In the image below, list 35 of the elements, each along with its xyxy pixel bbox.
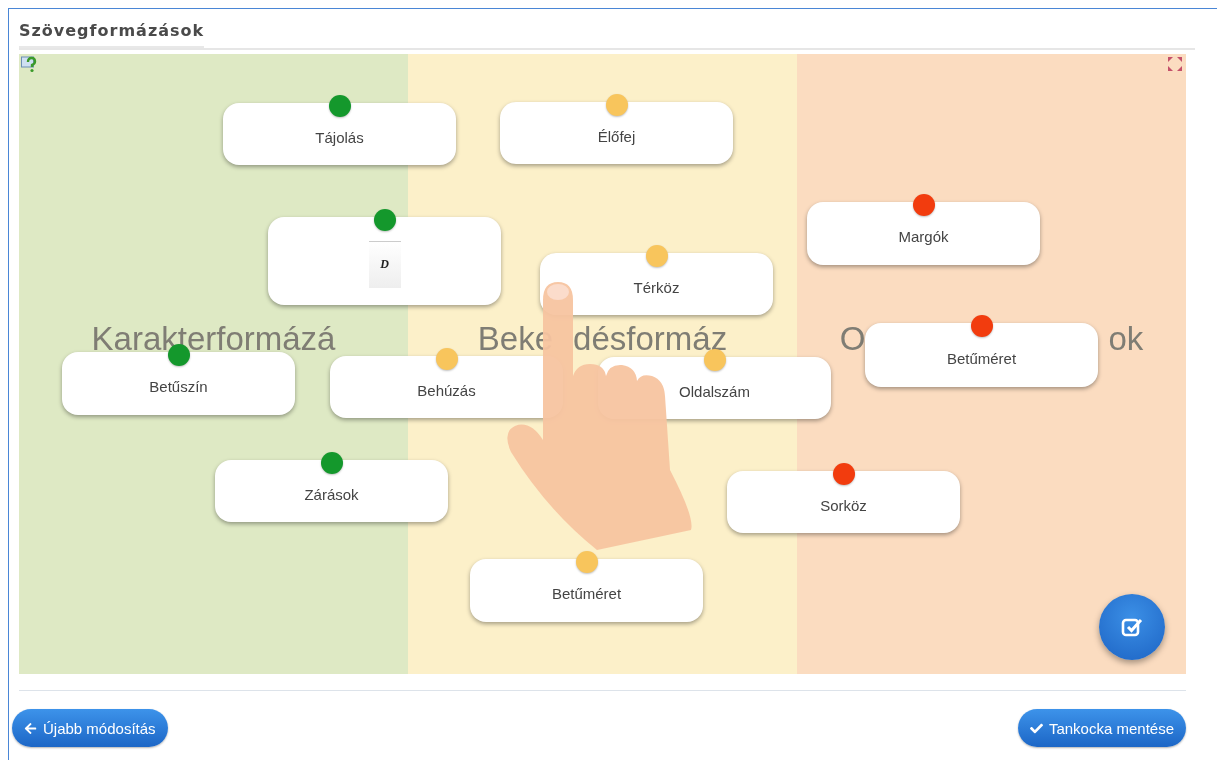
card-label: Betűméret	[551, 585, 622, 602]
save-button[interactable]: Tankocka mentése	[1017, 709, 1186, 747]
category-label: Karakterformázá	[91, 322, 336, 355]
draggable-card[interactable]: Sorköz	[727, 471, 960, 533]
card-label: Behúzás	[417, 381, 476, 399]
card-label: Élőfej	[597, 127, 636, 145]
category-label: ok	[1108, 322, 1144, 355]
check-icon	[1029, 721, 1043, 735]
checkbox-icon	[1121, 616, 1143, 638]
card-label: Margók	[898, 228, 949, 245]
help-icon[interactable]	[21, 56, 37, 73]
back-button[interactable]: Újabb módosítás	[12, 709, 168, 747]
card-label: Sorköz	[820, 496, 867, 514]
draggable-card[interactable]: Tájolás	[223, 103, 456, 165]
card-label: Betűméret	[946, 349, 1017, 367]
draggable-card[interactable]: Térköz	[540, 253, 773, 315]
draggable-card[interactable]: Margók	[807, 202, 1040, 265]
card-label: Oldalszám	[679, 382, 750, 400]
draggable-card[interactable]: Betűszín	[62, 352, 295, 415]
draggable-card[interactable]: Betűméret	[470, 559, 703, 622]
arrow-left-icon	[24, 721, 37, 735]
draggable-card[interactable]: D	[268, 217, 501, 305]
card-label: Zárások	[304, 485, 359, 503]
draggable-card[interactable]: Betűméret	[865, 323, 1098, 387]
card-label: Betűszín	[149, 378, 208, 395]
category-label: O	[839, 322, 866, 355]
draggable-card[interactable]: Élőfej	[500, 102, 733, 164]
category-label: désformáz	[573, 322, 728, 355]
page-title: Szövegformázások	[19, 18, 205, 48]
card-label: Térköz	[633, 278, 680, 296]
category-label: Beke	[477, 322, 554, 355]
image-thumbnail: D	[368, 240, 401, 288]
fullscreen-icon[interactable]	[1168, 57, 1182, 71]
card-label: Tájolás	[315, 128, 364, 146]
draggable-card[interactable]: Zárások	[215, 460, 448, 522]
